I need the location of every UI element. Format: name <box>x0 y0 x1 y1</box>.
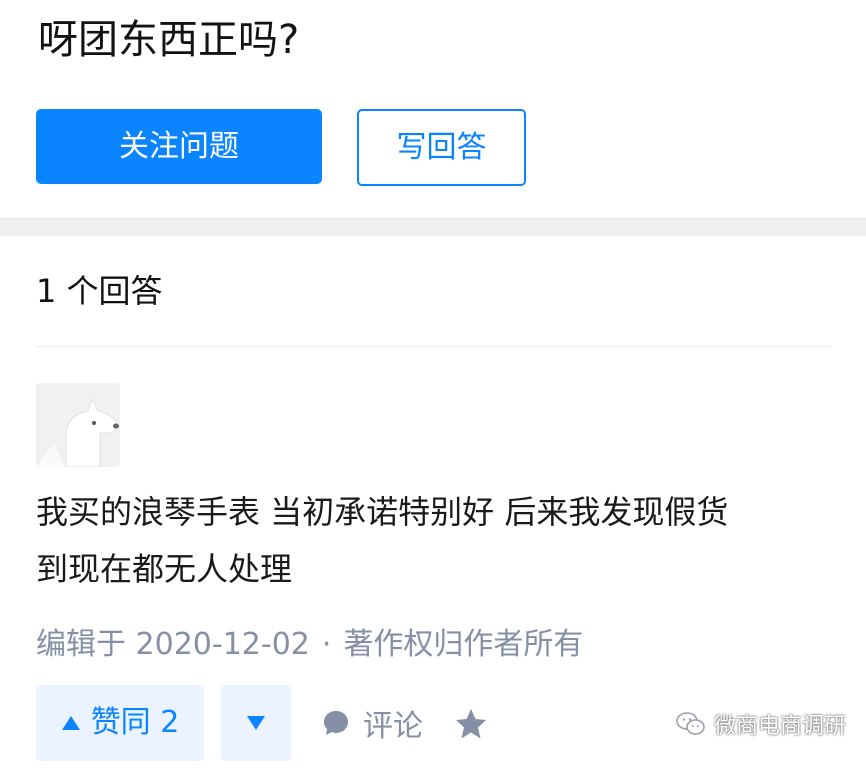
wechat-icon <box>676 712 705 735</box>
watermark: 微商电商调研 <box>676 708 846 740</box>
section-divider <box>0 218 866 237</box>
triangle-up-icon <box>61 716 80 730</box>
answer-card: 1 个回答 我买的浪琴手表 当初承诺特别好 后来我发现假货 到现在都无人处理 编… <box>0 236 866 768</box>
write-answer-button[interactable]: 写回答 <box>357 109 526 186</box>
dog-avatar-icon <box>36 383 120 467</box>
question-card: 呀团东西正吗? 关注问题 写回答 <box>0 0 866 218</box>
divider <box>36 346 832 347</box>
comment-label: 评论 <box>363 709 423 744</box>
answer-content: 我买的浪琴手表 当初承诺特别好 后来我发现假货 到现在都无人处理 <box>36 484 826 598</box>
upvote-label: 赞同 2 <box>90 705 180 740</box>
comment-icon <box>324 711 348 735</box>
meta-separator: · <box>321 627 332 662</box>
star-icon <box>456 709 486 739</box>
answer-count: 1 个回答 <box>36 272 163 310</box>
author-avatar[interactable] <box>36 383 120 467</box>
triangle-down-icon <box>247 716 265 730</box>
watermark-text: 微商电商调研 <box>714 714 847 739</box>
answer-meta: 编辑于 2020-12-02 · 著作权归作者所有 <box>36 623 583 667</box>
upvote-button[interactable]: 赞同 2 <box>36 685 204 761</box>
edited-date: 编辑于 2020-12-02 <box>36 627 310 662</box>
copyright-note: 著作权归作者所有 <box>343 627 584 662</box>
downvote-button[interactable] <box>221 685 291 761</box>
question-title: 呀团东西正吗? <box>38 17 300 63</box>
answer-line: 到现在都无人处理 <box>36 550 293 588</box>
answer-line: 我买的浪琴手表 当初承诺特别好 后来我发现假货 <box>36 493 729 531</box>
comment-button[interactable]: 评论 <box>321 699 423 747</box>
favorite-button[interactable] <box>454 707 488 741</box>
follow-question-button[interactable]: 关注问题 <box>36 109 322 184</box>
